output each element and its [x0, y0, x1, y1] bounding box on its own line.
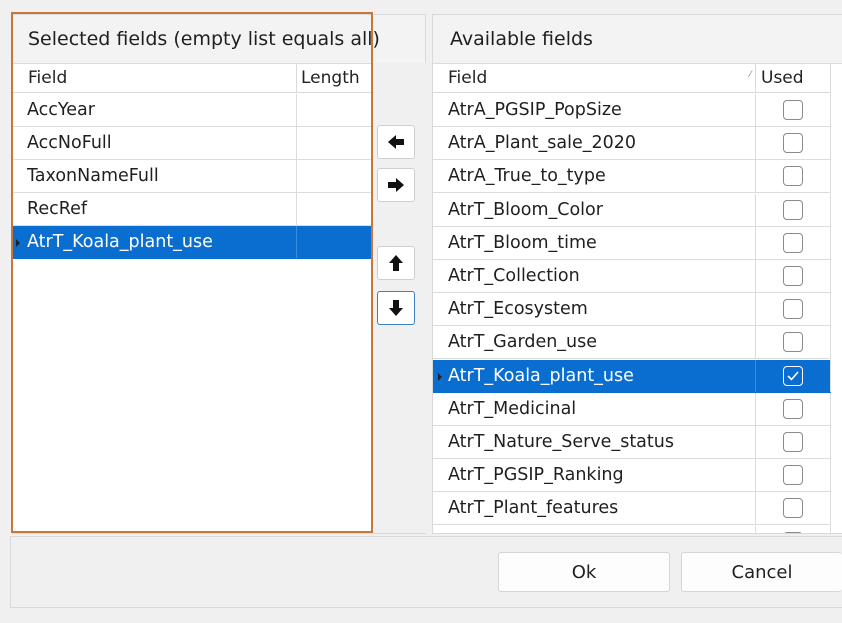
- available-field-row[interactable]: AtrT_Medicinal: [433, 392, 831, 426]
- selected-field-length[interactable]: [297, 94, 371, 126]
- available-field-name: AtrT_Bloom_Color: [433, 193, 756, 226]
- selected-fields-title: Selected fields (empty list equals all): [28, 28, 380, 50]
- selected-field-name: TaxonNameFull: [13, 160, 297, 192]
- available-field-row[interactable]: AtrT_Garden_use: [433, 326, 831, 360]
- used-cell: [756, 492, 831, 525]
- selected-field-length[interactable]: [297, 127, 371, 159]
- available-col-used-header[interactable]: Used: [756, 64, 831, 93]
- used-checkbox[interactable]: [783, 299, 803, 320]
- used-checkbox[interactable]: [783, 398, 803, 419]
- selected-field-row[interactable]: TaxonNameFull: [13, 160, 371, 193]
- selected-col-field-header[interactable]: Field: [13, 64, 297, 93]
- selected-field-name: RecRef: [13, 193, 297, 225]
- available-fields-header: Available fields: [433, 15, 842, 64]
- used-cell: [756, 127, 831, 160]
- used-cell: [756, 226, 831, 259]
- available-fields-panel: Available fields Field ⁄ Used AtrA_PGSIP…: [432, 14, 842, 534]
- selected-field-row[interactable]: AccYear: [13, 94, 371, 127]
- ok-button[interactable]: Ok: [498, 552, 670, 592]
- available-field-row[interactable]: AtrT_Ecosystem: [433, 293, 831, 327]
- used-checkbox[interactable]: [783, 432, 803, 452]
- available-field-row[interactable]: AtrA_Plant_sale_2020: [433, 127, 831, 161]
- available-field-row[interactable]: AtrT_Bloom_time: [433, 226, 831, 260]
- used-cell: [756, 160, 831, 193]
- used-checkbox[interactable]: [783, 531, 803, 533]
- move-right-button[interactable]: [377, 168, 415, 202]
- selected-field-name: AtrT_Koala_plant_use: [13, 226, 297, 258]
- used-checkbox[interactable]: [783, 266, 803, 286]
- used-checkbox[interactable]: [783, 199, 803, 220]
- available-field-name: AtrA_Plant_sale_2020: [433, 127, 756, 160]
- arrow-left-icon: [388, 135, 404, 149]
- checkmark-icon: [787, 371, 799, 381]
- available-field-name: AtrT_Nature_Serve_status: [433, 426, 756, 458]
- selected-field-name: AccYear: [13, 94, 297, 126]
- used-checkbox[interactable]: [783, 100, 803, 120]
- move-up-button[interactable]: [377, 246, 415, 280]
- used-cell: [756, 459, 831, 492]
- available-field-name: AtrT_PGSIP_Ranking: [433, 459, 756, 492]
- available-field-name: AtrT_Ecosystem: [433, 293, 756, 326]
- used-cell: [756, 326, 831, 359]
- used-cell: [756, 260, 831, 292]
- available-field-name: AtrT_Bloom_time: [433, 226, 756, 259]
- available-field-row[interactable]: AtrT_PGSIP_Ranking: [433, 459, 831, 493]
- sort-indicator-icon: ⁄: [749, 70, 751, 80]
- move-down-button[interactable]: [377, 291, 415, 325]
- selected-field-length[interactable]: [297, 193, 371, 225]
- available-field-row[interactable]: AtrT_Nature_Serve_status: [433, 426, 831, 459]
- used-cell: [756, 392, 831, 425]
- used-checkbox[interactable]: [783, 232, 803, 253]
- available-field-row[interactable]: AtrT_Bloom_Color: [433, 193, 831, 227]
- selected-field-row[interactable]: AccNoFull: [13, 127, 371, 160]
- available-field-name: AtrT_Plant_features: [433, 492, 756, 525]
- selected-fields-panel: Selected fields (empty list equals all) …: [12, 14, 427, 534]
- available-field-row[interactable]: AtrT_Colour: [433, 525, 831, 533]
- available-field-name: AtrT_Garden_use: [433, 326, 756, 359]
- available-field-name: AtrT_Colour: [433, 525, 756, 533]
- available-field-name: AtrT_Collection: [433, 260, 756, 292]
- selected-field-row[interactable]: RecRef: [13, 193, 371, 226]
- available-field-name: AtrA_True_to_type: [433, 160, 756, 193]
- selected-field-row[interactable]: AtrT_Koala_plant_use: [13, 226, 371, 259]
- used-checkbox-checked[interactable]: [783, 365, 803, 386]
- used-checkbox[interactable]: [783, 465, 803, 486]
- available-fields-list: AtrA_PGSIP_PopSize AtrA_Plant_sale_2020 At…: [433, 94, 831, 533]
- available-field-row[interactable]: AtrT_Koala_plant_use: [433, 359, 831, 393]
- available-field-name: AtrA_PGSIP_PopSize: [433, 94, 756, 126]
- available-col-field-header[interactable]: Field ⁄: [433, 64, 756, 93]
- selected-field-length[interactable]: [297, 160, 371, 192]
- cancel-button[interactable]: Cancel: [681, 552, 842, 592]
- used-checkbox[interactable]: [783, 133, 803, 154]
- used-cell: [756, 193, 831, 226]
- selected-field-name: AccNoFull: [13, 127, 297, 159]
- used-cell: [756, 525, 831, 533]
- available-field-name: AtrT_Medicinal: [433, 392, 756, 425]
- used-cell: [756, 293, 831, 326]
- move-left-button[interactable]: [377, 125, 415, 159]
- used-checkbox[interactable]: [783, 332, 803, 353]
- arrow-up-icon: [389, 255, 403, 271]
- used-cell: [756, 426, 831, 458]
- selected-col-length-header[interactable]: Length: [297, 64, 371, 93]
- arrow-right-icon: [388, 178, 404, 192]
- selected-field-length[interactable]: [297, 226, 371, 258]
- selected-fields-list: AccYear AccNoFull TaxonNameFull RecRef AtrT_…: [13, 94, 371, 534]
- used-cell: [756, 359, 831, 392]
- used-cell: [756, 94, 831, 126]
- arrow-down-icon: [389, 300, 403, 316]
- used-checkbox[interactable]: [783, 166, 803, 187]
- available-field-row[interactable]: AtrT_Collection: [433, 260, 831, 293]
- available-field-row[interactable]: AtrA_PGSIP_PopSize: [433, 94, 831, 127]
- available-field-row[interactable]: AtrA_True_to_type: [433, 160, 831, 194]
- available-field-name: AtrT_Koala_plant_use: [433, 359, 756, 392]
- available-field-row[interactable]: AtrT_Plant_features: [433, 492, 831, 526]
- available-fields-title: Available fields: [450, 28, 593, 50]
- used-checkbox[interactable]: [783, 498, 803, 519]
- selected-fields-header: Selected fields (empty list equals all): [13, 15, 425, 64]
